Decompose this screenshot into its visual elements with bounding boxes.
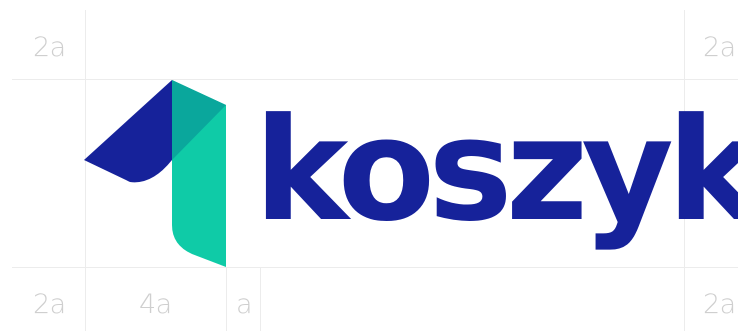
logo-navy-shape — [84, 80, 172, 183]
koszyk-wordmark: koszyk — [254, 88, 738, 253]
